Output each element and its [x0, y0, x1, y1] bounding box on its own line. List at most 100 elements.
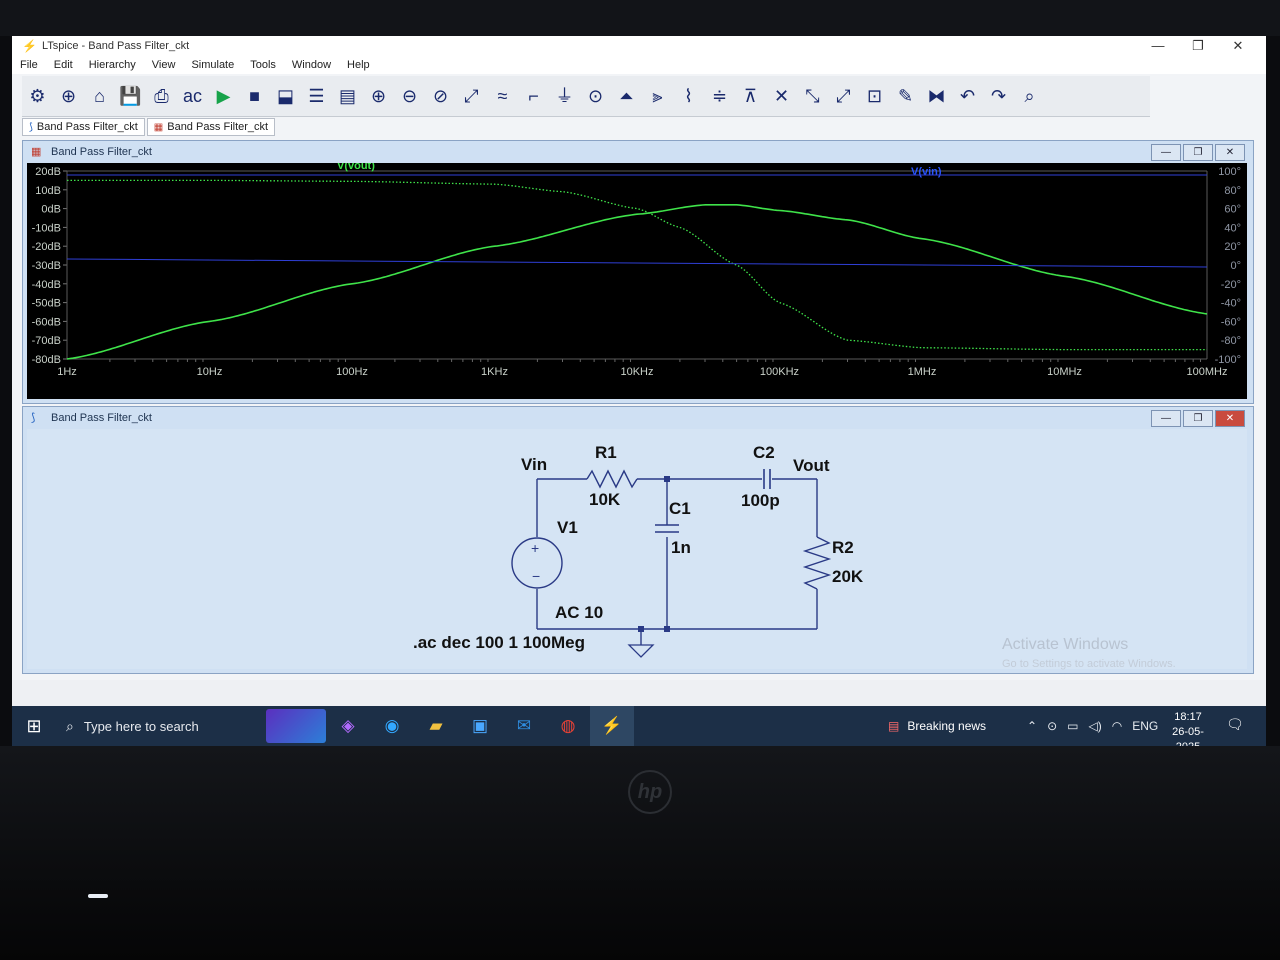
capacitor-c1[interactable]: [655, 524, 679, 533]
capacitor-icon[interactable]: ⫸: [642, 83, 673, 109]
meet-icon[interactable]: ⊙: [1047, 719, 1057, 733]
spice-directive[interactable]: .ac dec 100 1 100Meg: [413, 633, 585, 652]
ground-symbol[interactable]: [627, 644, 655, 658]
store-icon[interactable]: ▣: [458, 706, 502, 746]
schematic-drawing[interactable]: + − Vin Vout R1 10K C2 100p C1 1n R2 20K…: [27, 429, 1247, 669]
stop-icon[interactable]: ■: [239, 83, 270, 109]
menu-view[interactable]: View: [144, 59, 184, 71]
menu-hierarchy[interactable]: Hierarchy: [81, 59, 144, 71]
menu-bar: File Edit Hierarchy View Simulate Tools …: [12, 56, 1266, 74]
chrome-icon[interactable]: ◍: [546, 706, 590, 746]
copilot-icon[interactable]: ◈: [326, 706, 370, 746]
windows-start-icon[interactable]: ⊞: [12, 706, 56, 746]
capacitor-c2[interactable]: [763, 469, 771, 489]
language-indicator[interactable]: ENG: [1132, 719, 1158, 733]
chevron-up-icon[interactable]: ⌃: [1027, 719, 1037, 733]
c2-name[interactable]: C2: [753, 443, 775, 462]
bode-plot[interactable]: 20dB 10dB 0dB -10dB -20dB -30dB -40dB -50dB -60d…: [27, 163, 1247, 399]
diode-icon[interactable]: ≑: [704, 83, 735, 109]
c1-name[interactable]: C1: [669, 499, 691, 518]
zoom-out-icon[interactable]: ⊖: [394, 83, 425, 109]
restore-button[interactable]: ❐: [1183, 410, 1213, 427]
tile-vertical-icon[interactable]: ⬓: [270, 83, 301, 109]
r1-value[interactable]: 10K: [589, 490, 621, 509]
settings-icon[interactable]: ⚙: [22, 83, 53, 109]
ac-analysis-icon[interactable]: ac: [177, 83, 208, 109]
voltage-source-v1[interactable]: + −: [511, 537, 563, 589]
net-label-vin[interactable]: Vin: [521, 455, 547, 474]
label-net-icon[interactable]: ⊙: [580, 83, 611, 109]
new-schematic-icon[interactable]: ⊕: [53, 83, 84, 109]
file-explorer-icon[interactable]: ▰: [414, 706, 458, 746]
r1-name[interactable]: R1: [595, 443, 617, 462]
undo-icon[interactable]: ↶: [952, 83, 983, 109]
delete-icon[interactable]: ✕: [766, 83, 797, 109]
inductor-icon[interactable]: ⌇: [673, 83, 704, 109]
redo-icon[interactable]: ↷: [983, 83, 1014, 109]
find-icon[interactable]: ⌕: [1014, 83, 1045, 109]
tile-horizontal-icon[interactable]: ☰: [301, 83, 332, 109]
wire-icon[interactable]: ⌐: [518, 83, 549, 109]
c1-value[interactable]: 1n: [671, 538, 691, 557]
duplicate-icon[interactable]: ⤡: [797, 83, 828, 109]
tab-schematic[interactable]: ⟆ Band Pass Filter_ckt: [22, 118, 145, 136]
minimize-button[interactable]: —: [1151, 144, 1181, 161]
waveform-icon[interactable]: ≈: [487, 83, 518, 109]
print-icon[interactable]: ⎙: [146, 83, 177, 109]
v1-name[interactable]: V1: [557, 518, 578, 537]
menu-file[interactable]: File: [12, 59, 46, 71]
r2-name[interactable]: R2: [832, 538, 854, 557]
menu-edit[interactable]: Edit: [46, 59, 81, 71]
zoom-in-icon[interactable]: ⊕: [363, 83, 394, 109]
restore-button[interactable]: ❐: [1183, 144, 1213, 161]
maximize-button[interactable]: ❐: [1178, 36, 1218, 56]
r2-value[interactable]: 20K: [832, 567, 864, 586]
plot-area[interactable]: 20dB 10dB 0dB -10dB -20dB -30dB -40dB -50dB -60d…: [27, 163, 1247, 399]
c2-value[interactable]: 100p: [741, 491, 780, 510]
cascade-icon[interactable]: ▤: [332, 83, 363, 109]
ground-icon[interactable]: ⏚: [549, 83, 580, 109]
tab-waveform[interactable]: ▦ Band Pass Filter_ckt: [146, 118, 276, 136]
move-icon[interactable]: ⤢: [828, 83, 859, 109]
component-icon[interactable]: ⊼: [735, 83, 766, 109]
edge-icon[interactable]: ◉: [370, 706, 414, 746]
close-button[interactable]: ✕: [1218, 36, 1258, 56]
rotate-icon[interactable]: ✎: [890, 83, 921, 109]
net-label-vout[interactable]: Vout: [793, 456, 830, 475]
minimize-button[interactable]: —: [1151, 410, 1181, 427]
save-icon[interactable]: 💾: [115, 83, 146, 109]
zoom-fit-icon[interactable]: ⤢: [456, 83, 487, 109]
resistor-r2[interactable]: [802, 536, 832, 590]
taskbar-search-box[interactable]: ⌕ Type here to search: [56, 706, 256, 746]
ltspice-taskbar-icon[interactable]: ⚡: [590, 706, 634, 746]
minimize-button[interactable]: —: [1138, 36, 1178, 56]
waveform-tab-icon: ▦: [153, 121, 164, 133]
tab-label: Band Pass Filter_ckt: [36, 121, 138, 133]
v1-value[interactable]: AC 10: [555, 603, 603, 622]
run-icon[interactable]: ▶: [208, 83, 239, 109]
close-button[interactable]: ✕: [1215, 410, 1245, 427]
close-button[interactable]: ✕: [1215, 144, 1245, 161]
search-highlight-image[interactable]: [266, 709, 326, 743]
menu-simulate[interactable]: Simulate: [183, 59, 242, 71]
menu-tools[interactable]: Tools: [242, 59, 284, 71]
wifi-icon[interactable]: ◠: [1112, 719, 1122, 733]
notifications-icon[interactable]: 🗨: [1226, 716, 1244, 733]
trace-label-vin[interactable]: V(vin): [911, 166, 942, 178]
drag-icon[interactable]: ⊡: [859, 83, 890, 109]
news-widget[interactable]: ▤ Breaking news: [888, 706, 986, 746]
menu-window[interactable]: Window: [284, 59, 339, 71]
schematic-canvas[interactable]: + − Vin Vout R1 10K C2 100p C1 1n R2 20K…: [27, 429, 1247, 669]
menu-help[interactable]: Help: [339, 59, 378, 71]
resistor-icon[interactable]: ⏶: [611, 83, 642, 109]
volume-icon[interactable]: ◁): [1088, 719, 1101, 733]
mirror-icon[interactable]: ⧓: [921, 83, 952, 109]
open-icon[interactable]: ⌂: [84, 83, 115, 109]
outlook-icon[interactable]: ✉: [502, 706, 546, 746]
zoom-cancel-icon[interactable]: ⊘: [425, 83, 456, 109]
news-icon: ▤: [888, 719, 900, 733]
taskbar-clock[interactable]: 18:17 26-05-2025: [1160, 710, 1216, 746]
battery-icon[interactable]: ▭: [1067, 719, 1078, 733]
resistor-r1[interactable]: [586, 469, 638, 489]
trace-label-vout[interactable]: V(vout): [337, 163, 375, 172]
